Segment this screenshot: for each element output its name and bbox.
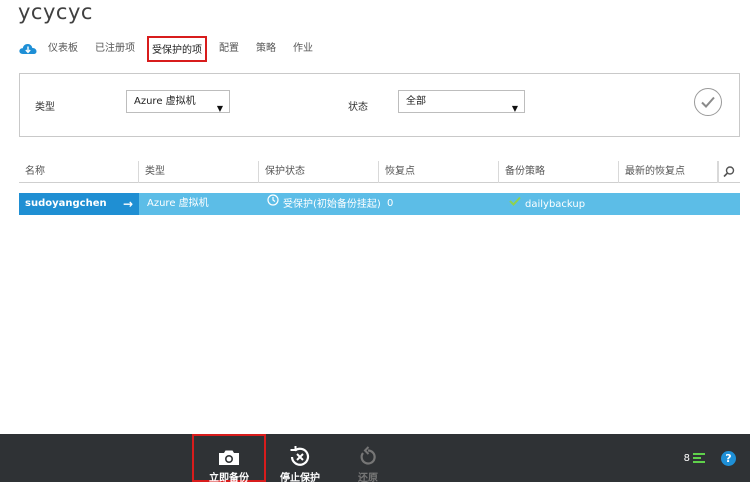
status-filter-select[interactable]: 全部 ▼ — [398, 90, 525, 113]
row-name-cell[interactable]: sudoyangchen → — [19, 193, 139, 215]
type-filter-label: 类型 — [35, 102, 55, 113]
list-icon — [693, 453, 705, 463]
column-header-recovery-points[interactable]: 恢复点 — [379, 161, 499, 183]
tab-registered-items[interactable]: 已注册项 — [93, 36, 137, 62]
command-bar: 立即备份 停止保护 还原 8 ? — [0, 434, 750, 482]
column-header-type[interactable]: 类型 — [139, 161, 259, 183]
row-backup-policy-cell: dailybackup — [509, 193, 585, 215]
row-recovery-points: 0 — [387, 198, 394, 209]
stop-protection-label: 停止保护 — [280, 473, 320, 482]
tab-policies[interactable]: 策略 — [254, 36, 278, 62]
page-title: ycycyc — [18, 0, 93, 24]
check-icon — [509, 193, 521, 215]
column-header-name[interactable]: 名称 — [19, 161, 139, 183]
clock-icon — [267, 193, 279, 215]
chevron-down-icon: ▼ — [216, 104, 223, 113]
backup-now-button[interactable]: 立即备份 — [192, 434, 266, 482]
backup-now-label: 立即备份 — [209, 473, 249, 482]
row-protection-status: 受保护(初始备份挂起) — [283, 199, 381, 210]
stop-protection-button[interactable]: 停止保护 — [276, 434, 324, 482]
search-icon[interactable] — [722, 165, 736, 179]
table-header: 名称 类型 保护状态 恢复点 备份策略 最新的恢复点 — [19, 161, 740, 183]
stop-protection-icon — [276, 442, 324, 466]
notification-counter[interactable]: 8 — [684, 452, 706, 464]
column-header-latest-recovery-point[interactable]: 最新的恢复点 — [619, 161, 718, 183]
camera-icon — [194, 442, 264, 466]
table-row[interactable]: sudoyangchen → Azure 虚拟机 受保护(初始备份挂起) 0 d… — [19, 193, 740, 215]
type-filter-select[interactable]: Azure 虚拟机 ▼ — [126, 90, 230, 113]
notification-count: 8 — [683, 452, 690, 464]
chevron-down-icon: ▼ — [511, 104, 518, 113]
row-type: Azure 虚拟机 — [147, 198, 209, 209]
apply-filter-button[interactable] — [694, 88, 722, 116]
restore-icon — [350, 442, 386, 466]
restore-label: 还原 — [358, 473, 378, 482]
tab-dashboard[interactable]: 仪表板 — [46, 36, 80, 62]
status-filter-label: 状态 — [348, 102, 368, 113]
restore-button[interactable]: 还原 — [350, 434, 386, 482]
row-name: sudoyangchen — [25, 198, 107, 209]
cloud-backup-icon[interactable] — [18, 39, 38, 59]
type-filter-value: Azure 虚拟机 — [134, 96, 196, 107]
tab-configure[interactable]: 配置 — [217, 36, 241, 62]
help-icon[interactable]: ? — [721, 451, 736, 466]
tab-protected-items[interactable]: 受保护的项 — [147, 36, 207, 62]
checkmark-icon — [701, 96, 715, 108]
top-navigation: 仪表板 已注册项 受保护的项 配置 策略 作业 — [18, 36, 328, 62]
row-protection-status-cell: 受保护(初始备份挂起) — [267, 193, 381, 215]
row-backup-policy: dailybackup — [525, 199, 586, 210]
column-header-backup-policy[interactable]: 备份策略 — [499, 161, 619, 183]
table-search-cell — [718, 161, 740, 183]
status-filter-value: 全部 — [406, 96, 426, 107]
column-header-protection-status[interactable]: 保护状态 — [259, 161, 379, 183]
tab-jobs[interactable]: 作业 — [291, 36, 315, 62]
filter-panel: 类型 Azure 虚拟机 ▼ 状态 全部 ▼ — [19, 73, 740, 137]
arrow-right-icon[interactable]: → — [123, 193, 133, 215]
